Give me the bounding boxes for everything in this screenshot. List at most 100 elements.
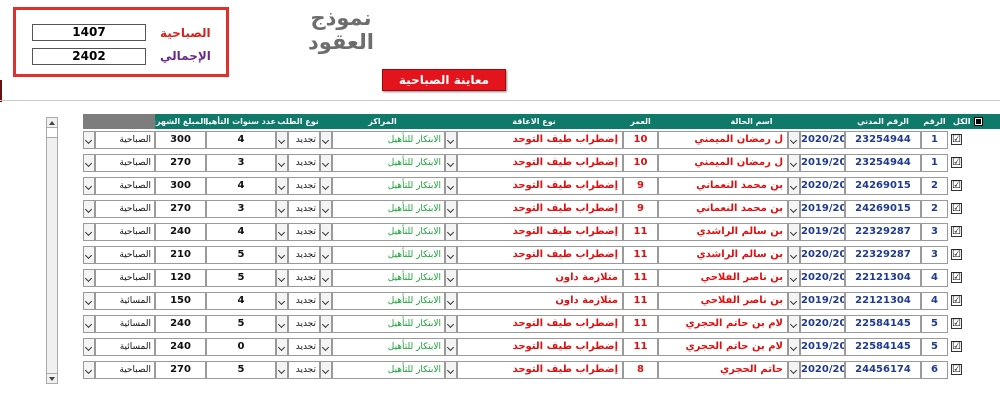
disability-dropdown-toggle[interactable] bbox=[445, 223, 457, 241]
request-dropdown-toggle[interactable] bbox=[276, 338, 288, 356]
civil-id-cell[interactable]: 24269015 bbox=[845, 177, 921, 195]
rehab-years-cell[interactable]: 4 bbox=[206, 131, 276, 149]
request-dropdown-toggle[interactable] bbox=[276, 154, 288, 172]
rehab-years-cell[interactable]: 0 bbox=[206, 338, 276, 356]
year-dropdown-toggle[interactable] bbox=[788, 292, 800, 310]
age-cell[interactable]: 11 bbox=[623, 223, 658, 241]
center-dropdown-toggle[interactable] bbox=[320, 269, 332, 287]
center-select[interactable]: الابتكار للتأهيل bbox=[332, 131, 445, 149]
contract-year-select[interactable]: 2019/2018 bbox=[800, 338, 845, 356]
year-dropdown-toggle[interactable] bbox=[788, 223, 800, 241]
year-dropdown-toggle[interactable] bbox=[788, 200, 800, 218]
center-dropdown-toggle[interactable] bbox=[320, 177, 332, 195]
period-select[interactable]: المسائية bbox=[95, 292, 155, 310]
monthly-amount-cell[interactable]: 240 bbox=[155, 338, 206, 356]
row-checkbox[interactable]: ☑ bbox=[951, 226, 962, 237]
request-type-select[interactable]: تجديد bbox=[288, 269, 320, 287]
case-name-cell[interactable]: حاتم الحجري bbox=[658, 361, 788, 379]
contract-year-select[interactable]: 2019/2018 bbox=[800, 223, 845, 241]
civil-id-cell[interactable]: 24456174 bbox=[845, 361, 921, 379]
rehab-years-cell[interactable]: 5 bbox=[206, 269, 276, 287]
disability-dropdown-toggle[interactable] bbox=[445, 315, 457, 333]
age-cell[interactable]: 9 bbox=[623, 177, 658, 195]
request-type-select[interactable]: تجديد bbox=[288, 292, 320, 310]
contract-year-select[interactable]: 2019/2018 bbox=[800, 292, 845, 310]
row-checkbox[interactable]: ☑ bbox=[951, 203, 962, 214]
age-cell[interactable]: 11 bbox=[623, 315, 658, 333]
age-cell[interactable]: 11 bbox=[623, 338, 658, 356]
grand-total-field[interactable]: 2402 bbox=[32, 48, 146, 65]
period-dropdown-toggle[interactable] bbox=[83, 338, 95, 356]
year-dropdown-toggle[interactable] bbox=[788, 154, 800, 172]
period-dropdown-toggle[interactable] bbox=[83, 246, 95, 264]
rehab-years-cell[interactable]: 4 bbox=[206, 223, 276, 241]
center-select[interactable]: الابتكار للتأهيل bbox=[332, 246, 445, 264]
row-checkbox[interactable]: ☑ bbox=[951, 318, 962, 329]
period-dropdown-toggle[interactable] bbox=[83, 361, 95, 379]
center-dropdown-toggle[interactable] bbox=[320, 361, 332, 379]
period-dropdown-toggle[interactable] bbox=[83, 292, 95, 310]
period-dropdown-toggle[interactable] bbox=[83, 131, 95, 149]
monthly-amount-cell[interactable]: 210 bbox=[155, 246, 206, 264]
disability-dropdown-toggle[interactable] bbox=[445, 361, 457, 379]
disability-type-select[interactable]: متلازمة داون bbox=[457, 292, 623, 310]
monthly-amount-cell[interactable]: 270 bbox=[155, 361, 206, 379]
monthly-amount-cell[interactable]: 300 bbox=[155, 131, 206, 149]
disability-dropdown-toggle[interactable] bbox=[445, 269, 457, 287]
request-dropdown-toggle[interactable] bbox=[276, 223, 288, 241]
year-dropdown-toggle[interactable] bbox=[788, 131, 800, 149]
row-checkbox[interactable]: ☑ bbox=[951, 157, 962, 168]
rehab-years-cell[interactable]: 5 bbox=[206, 361, 276, 379]
morning-total-field[interactable]: 1407 bbox=[32, 24, 146, 41]
period-select[interactable]: الصباحية bbox=[95, 269, 155, 287]
request-type-select[interactable]: تجديد bbox=[288, 315, 320, 333]
center-select[interactable]: الابتكار للتأهيل bbox=[332, 269, 445, 287]
center-select[interactable]: الابتكار للتأهيل bbox=[332, 292, 445, 310]
age-cell[interactable]: 11 bbox=[623, 246, 658, 264]
disability-type-select[interactable]: إضطراب طيف التوحد bbox=[457, 361, 623, 379]
monthly-amount-cell[interactable]: 150 bbox=[155, 292, 206, 310]
contract-year-select[interactable]: 2020/2019 bbox=[800, 246, 845, 264]
age-cell[interactable]: 9 bbox=[623, 200, 658, 218]
preview-morning-evening-button[interactable]: معاينة الصباحية والمسائية bbox=[382, 69, 506, 107]
period-dropdown-toggle[interactable] bbox=[83, 269, 95, 287]
center-select[interactable]: الابتكار للتأهيل bbox=[332, 315, 445, 333]
request-type-select[interactable]: تجديد bbox=[288, 361, 320, 379]
disability-dropdown-toggle[interactable] bbox=[445, 338, 457, 356]
center-dropdown-toggle[interactable] bbox=[320, 246, 332, 264]
civil-id-cell[interactable]: 22584145 bbox=[845, 338, 921, 356]
period-select[interactable]: الصباحية bbox=[95, 177, 155, 195]
case-name-cell[interactable]: بن سالم الراشدي bbox=[658, 246, 788, 264]
civil-id-cell[interactable]: 22584145 bbox=[845, 315, 921, 333]
center-dropdown-toggle[interactable] bbox=[320, 131, 332, 149]
monthly-amount-cell[interactable]: 120 bbox=[155, 269, 206, 287]
case-name-cell[interactable]: ل رمضان الميمني bbox=[658, 154, 788, 172]
disability-type-select[interactable]: إضطراب طيف التوحد bbox=[457, 177, 623, 195]
disability-type-select[interactable]: إضطراب طيف التوحد bbox=[457, 338, 623, 356]
center-select[interactable]: الابتكار للتأهيل bbox=[332, 361, 445, 379]
period-dropdown-toggle[interactable] bbox=[83, 154, 95, 172]
row-checkbox[interactable]: ☑ bbox=[951, 272, 962, 283]
scroll-down-icon[interactable] bbox=[47, 373, 57, 383]
disability-type-select[interactable]: إضطراب طيف التوحد bbox=[457, 131, 623, 149]
monthly-amount-cell[interactable]: 270 bbox=[155, 154, 206, 172]
center-select[interactable]: الابتكار للتأهيل bbox=[332, 338, 445, 356]
contract-year-select[interactable]: 2019/2018 bbox=[800, 200, 845, 218]
period-select[interactable]: الصباحية bbox=[95, 154, 155, 172]
civil-id-cell[interactable]: 23254944 bbox=[845, 131, 921, 149]
request-dropdown-toggle[interactable] bbox=[276, 246, 288, 264]
center-select[interactable]: الابتكار للتأهيل bbox=[332, 223, 445, 241]
age-cell[interactable]: 11 bbox=[623, 269, 658, 287]
civil-id-cell[interactable]: 22121304 bbox=[845, 292, 921, 310]
civil-id-cell[interactable]: 23254944 bbox=[845, 154, 921, 172]
row-checkbox[interactable]: ☑ bbox=[951, 341, 962, 352]
year-dropdown-toggle[interactable] bbox=[788, 361, 800, 379]
request-type-select[interactable]: تجديد bbox=[288, 200, 320, 218]
monthly-amount-cell[interactable]: 240 bbox=[155, 223, 206, 241]
row-checkbox[interactable]: ☑ bbox=[951, 249, 962, 260]
center-select[interactable]: الابتكار للتأهيل bbox=[332, 177, 445, 195]
civil-id-cell[interactable]: 22121304 bbox=[845, 269, 921, 287]
age-cell[interactable]: 10 bbox=[623, 154, 658, 172]
vertical-scrollbar[interactable] bbox=[46, 117, 58, 384]
case-name-cell[interactable]: بن محمد النعماني bbox=[658, 200, 788, 218]
